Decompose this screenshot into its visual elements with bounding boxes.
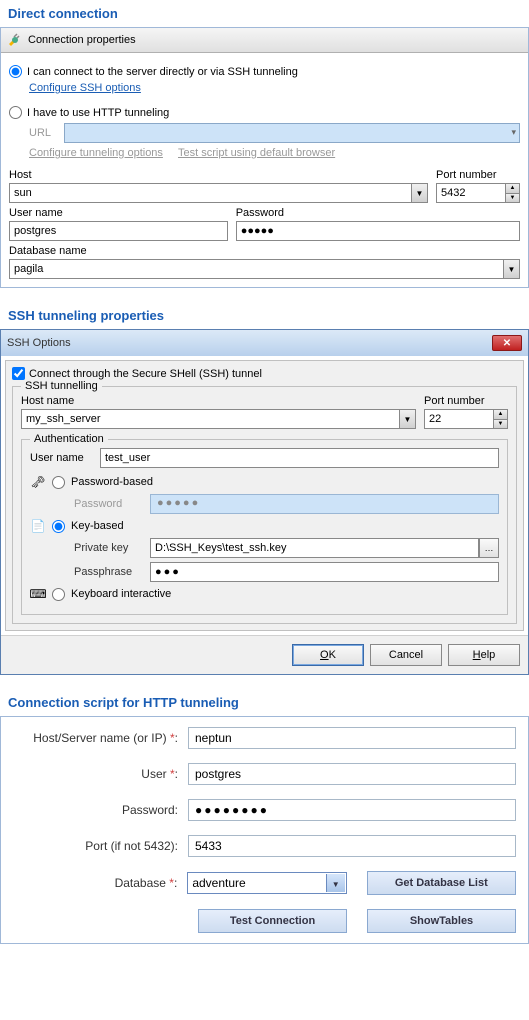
radio-key-based[interactable] (52, 520, 65, 533)
show-tables-button[interactable]: ShowTables (367, 909, 516, 933)
configure-ssh-link[interactable]: Configure SSH options (29, 82, 141, 94)
radio-http-label: I have to use HTTP tunneling (27, 107, 169, 119)
port-spinner[interactable]: ▲▼ (505, 184, 519, 202)
section-title-ssh: SSH tunneling properties (0, 302, 529, 329)
radio-keyboard-interactive[interactable] (52, 588, 65, 601)
keyboard-icon: ⌨ (30, 586, 46, 602)
http-port-label: Port (if not 5432): (13, 839, 188, 853)
connection-properties-panel: Connection properties I can connect to t… (0, 27, 529, 288)
user-input[interactable] (9, 221, 228, 241)
ok-button[interactable]: OOKK (292, 644, 364, 666)
connect-ssh-checkbox[interactable] (12, 367, 25, 380)
http-port-input[interactable] (188, 835, 516, 857)
http-script-panel: Host/Server name (or IP) *: User *: Pass… (0, 716, 529, 944)
pw-sublabel: Password (74, 498, 144, 510)
key-icon: 📄 (30, 518, 46, 534)
ssh-host-dropdown-btn[interactable]: ▼ (399, 410, 415, 428)
ssh-options-dialog: SSH Options ✕ Connect through the Secure… (0, 329, 529, 675)
port-label: Port number (436, 169, 520, 181)
radio-keyboard-label: Keyboard interactive (71, 588, 171, 600)
radio-http[interactable] (9, 106, 22, 119)
section-title-direct: Direct connection (0, 0, 529, 27)
authentication-group: Authentication User name 🗝 Password-base… (21, 439, 508, 615)
http-host-label: Host/Server name (or IP) *: (13, 731, 188, 745)
plug-icon (7, 32, 23, 48)
radio-password-label: Password-based (71, 476, 153, 488)
host-label: Host (9, 169, 428, 181)
passphrase-input[interactable] (150, 562, 499, 582)
section-title-http: Connection script for HTTP tunneling (0, 689, 529, 716)
get-database-list-button[interactable]: Get Database List (367, 871, 516, 895)
ssh-host-label: Host name (21, 395, 416, 407)
radio-password-based[interactable] (52, 476, 65, 489)
url-input[interactable] (64, 123, 520, 143)
http-user-input[interactable] (188, 763, 516, 785)
db-dropdown-btn[interactable]: ▼ (503, 260, 519, 278)
ssh-user-input[interactable] (100, 448, 499, 468)
group-title-auth: Authentication (30, 433, 108, 445)
cancel-button[interactable]: Cancel (370, 644, 442, 666)
group-title-tunnel: SSH tunnelling (21, 380, 102, 392)
radio-direct[interactable] (9, 65, 22, 78)
configure-tunneling-link: Configure tunneling options (29, 147, 163, 159)
http-user-label: User *: (13, 767, 188, 781)
private-key-label: Private key (74, 542, 144, 554)
ssh-user-label: User name (30, 452, 92, 464)
close-button[interactable]: ✕ (492, 335, 522, 351)
panel-header: Connection properties (1, 28, 528, 53)
help-button[interactable]: HelpHelp (448, 644, 520, 666)
http-db-value: adventure (192, 876, 245, 890)
pw-input[interactable] (236, 221, 520, 241)
dialog-title-text: SSH Options (7, 337, 492, 349)
ssh-port-spinner[interactable]: ▲▼ (493, 410, 507, 428)
pw-label: Password (236, 207, 520, 219)
panel-header-text: Connection properties (28, 34, 136, 46)
password-icon: 🗝 (30, 474, 46, 490)
host-input[interactable] (9, 183, 428, 203)
ssh-tunnelling-group: SSH tunnelling Host name ▼ Port number ▲… (12, 386, 517, 624)
pw-disabled-input: ●●●●● (150, 494, 499, 514)
db-input[interactable] (9, 259, 520, 279)
test-script-link: Test script using default browser (178, 147, 335, 159)
passphrase-label: Passphrase (74, 566, 144, 578)
db-label: Database name (9, 245, 520, 257)
ssh-port-label: Port number (424, 395, 508, 407)
private-key-input[interactable] (150, 538, 479, 558)
http-db-select[interactable]: adventure ▼ (187, 872, 346, 894)
connect-ssh-label: Connect through the Secure SHell (SSH) t… (29, 368, 262, 380)
test-connection-button[interactable]: Test Connection (198, 909, 347, 933)
radio-direct-label: I can connect to the server directly or … (27, 66, 298, 78)
http-host-input[interactable] (188, 727, 516, 749)
http-pw-label: Password: (13, 803, 188, 817)
host-dropdown-btn[interactable]: ▼ (411, 184, 427, 202)
chevron-down-icon: ▼ (332, 880, 340, 889)
ssh-host-input[interactable] (21, 409, 416, 429)
http-db-label: Database *: (13, 876, 187, 890)
radio-key-label: Key-based (71, 520, 124, 532)
user-label: User name (9, 207, 228, 219)
url-label: URL (29, 127, 59, 139)
dialog-titlebar: SSH Options ✕ (1, 330, 528, 356)
http-pw-input[interactable] (188, 799, 516, 821)
browse-key-button[interactable]: … (479, 538, 499, 558)
